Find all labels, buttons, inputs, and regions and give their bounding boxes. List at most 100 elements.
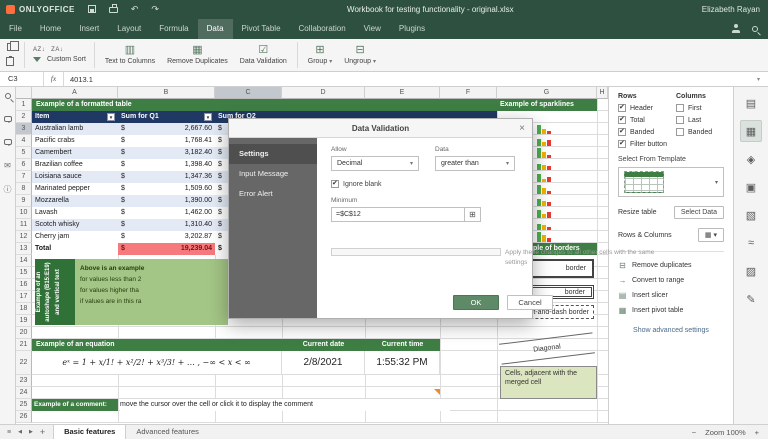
- item-q1-cell[interactable]: $2,667.60: [118, 123, 215, 135]
- item-name-cell[interactable]: Loisiana sauce: [35, 171, 82, 183]
- item-name-cell[interactable]: Mozzarella: [35, 195, 69, 207]
- sheet-tab-basic-features[interactable]: Basic features: [53, 425, 126, 439]
- tab-view[interactable]: View: [355, 19, 390, 39]
- zoom-level[interactable]: Zoom 100%: [705, 428, 745, 437]
- next-sheet-button[interactable]: ▶: [29, 429, 33, 435]
- nav-error-alert[interactable]: Error Alert: [229, 184, 317, 204]
- item-q2-cell[interactable]: $: [215, 219, 222, 231]
- item-q1-cell[interactable]: $1,310.40: [118, 219, 215, 231]
- item-q1-cell[interactable]: $1,347.36: [118, 171, 215, 183]
- equation-title-cell[interactable]: Example of an equation: [32, 339, 282, 351]
- item-name-cell[interactable]: Marinated pepper: [35, 183, 90, 195]
- item-q2-cell[interactable]: $: [215, 135, 222, 147]
- item-q2-cell[interactable]: $: [215, 123, 222, 135]
- item-q2-cell[interactable]: $: [215, 147, 222, 159]
- first-checkbox[interactable]: [676, 104, 684, 112]
- autoshape-vertical-text[interactable]: Example of an autoshape (B15:E19) and ve…: [35, 259, 75, 325]
- collapse-formula-bar-icon[interactable]: ▾: [757, 76, 768, 83]
- insert-function-button[interactable]: fx: [44, 72, 64, 86]
- feedback-button[interactable]: ✉: [4, 161, 11, 170]
- column-header-b[interactable]: B: [118, 87, 215, 99]
- tab-home[interactable]: Home: [31, 19, 70, 39]
- sparkline-settings-button[interactable]: ≈: [740, 232, 762, 254]
- cancel-button[interactable]: Cancel: [507, 295, 553, 310]
- text-to-columns-button[interactable]: ▥ Text to Columns: [99, 40, 161, 70]
- row-header-17[interactable]: 17: [16, 291, 32, 303]
- table-settings-button[interactable]: ▦: [740, 120, 762, 142]
- sparkline-cell[interactable]: [537, 123, 555, 135]
- item-q2-cell[interactable]: $: [215, 195, 222, 207]
- show-advanced-settings-link[interactable]: Show advanced settings: [618, 327, 724, 334]
- autoshape-text-block[interactable]: Above is an example for values less than…: [75, 259, 228, 325]
- header-checkbox[interactable]: [618, 104, 626, 112]
- row-header-11[interactable]: 11: [16, 219, 32, 231]
- tab-data[interactable]: Data: [198, 19, 233, 39]
- minimum-input[interactable]: =$C$12 ⊞: [331, 207, 481, 222]
- data-select[interactable]: greater than ▾: [435, 156, 515, 171]
- zoom-in-button[interactable]: +: [755, 428, 759, 437]
- row-header-22[interactable]: 22: [16, 351, 32, 375]
- column-header-a[interactable]: A: [32, 87, 118, 99]
- total-value-cell[interactable]: $19,239.04: [118, 243, 215, 255]
- item-name-cell[interactable]: Scotch whisky: [35, 219, 79, 231]
- column-header-d[interactable]: D: [282, 87, 365, 99]
- total-label-cell[interactable]: Total: [35, 243, 51, 255]
- column-header-h[interactable]: H: [597, 87, 608, 99]
- item-name-cell[interactable]: Cherry jam: [35, 231, 69, 243]
- cell-settings-button[interactable]: ▤: [740, 92, 762, 114]
- sheet-list-button[interactable]: ≡: [7, 429, 11, 436]
- previous-sheet-button[interactable]: ◀: [18, 429, 22, 435]
- nav-settings[interactable]: Settings: [229, 144, 317, 164]
- custom-sort-button[interactable]: Custom Sort: [33, 56, 86, 63]
- item-q1-cell[interactable]: $1,768.41: [118, 135, 215, 147]
- allow-select[interactable]: Decimal ▾: [331, 156, 419, 171]
- add-user-button[interactable]: [732, 24, 740, 35]
- formatted-table-title-cell[interactable]: Example of a formatted table: [32, 99, 497, 111]
- row-header-18[interactable]: 18: [16, 303, 32, 315]
- row-header-15[interactable]: 15: [16, 267, 32, 279]
- close-icon[interactable]: ×: [519, 119, 525, 138]
- current-time-header-cell[interactable]: Current time: [365, 339, 440, 351]
- image-settings-button[interactable]: ▣: [740, 176, 762, 198]
- tab-insert[interactable]: Insert: [70, 19, 108, 39]
- column-header-c[interactable]: C: [215, 87, 282, 99]
- comments-button[interactable]: [4, 115, 12, 124]
- banded-columns-checkbox[interactable]: [676, 128, 684, 136]
- column-header-e[interactable]: E: [365, 87, 440, 99]
- item-name-cell[interactable]: Australian lamb: [35, 123, 83, 135]
- item-q1-cell[interactable]: $1,462.00: [118, 207, 215, 219]
- shape-settings-button[interactable]: ◈: [740, 148, 762, 170]
- row-header-9[interactable]: 9: [16, 195, 32, 207]
- apply-changes-checkbox[interactable]: [331, 248, 501, 256]
- sparklines-title-cell[interactable]: Example of sparklines: [497, 99, 597, 111]
- column-header-f[interactable]: F: [440, 87, 497, 99]
- tab-file[interactable]: File: [0, 19, 31, 39]
- total-q2-cell[interactable]: $: [215, 243, 222, 255]
- row-header-13[interactable]: 13: [16, 243, 32, 255]
- row-header-21[interactable]: 21: [16, 339, 32, 351]
- ungroup-button[interactable]: ⊟ Ungroup ▾: [338, 40, 382, 70]
- undo-button[interactable]: ↶: [131, 5, 139, 14]
- zoom-out-button[interactable]: −: [692, 428, 696, 437]
- row-header-12[interactable]: 12: [16, 231, 32, 243]
- tab-layout[interactable]: Layout: [108, 19, 150, 39]
- save-button[interactable]: [88, 5, 96, 15]
- equation-cell[interactable]: eˣ = 1 + x/1! + x²/2! + x³/3! + … , −∞ <…: [32, 351, 282, 375]
- chat-button[interactable]: [4, 138, 12, 147]
- item-name-cell[interactable]: Pacific crabs: [35, 135, 75, 147]
- filter-button[interactable]: ▼: [204, 113, 212, 121]
- row-header-26[interactable]: 26: [16, 411, 32, 423]
- last-checkbox[interactable]: [676, 116, 684, 124]
- row-header-7[interactable]: 7: [16, 171, 32, 183]
- comment-label-cell[interactable]: Example of a comment:: [32, 399, 118, 411]
- row-header-2[interactable]: 2: [16, 111, 32, 123]
- tab-pivot-table[interactable]: Pivot Table: [233, 19, 290, 39]
- ignore-blank-checkbox[interactable]: [331, 180, 339, 188]
- select-all-corner[interactable]: [16, 87, 32, 99]
- remove-duplicates-button[interactable]: ▦ Remove Duplicates: [161, 40, 234, 70]
- row-header-6[interactable]: 6: [16, 159, 32, 171]
- row-header-4[interactable]: 4: [16, 135, 32, 147]
- nav-input-message[interactable]: Input Message: [229, 164, 317, 184]
- item-q2-cell[interactable]: $: [215, 231, 222, 243]
- item-name-cell[interactable]: Brazilian coffee: [35, 159, 83, 171]
